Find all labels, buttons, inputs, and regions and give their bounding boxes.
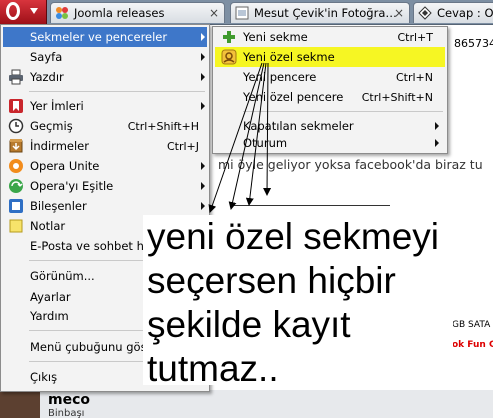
annotation-arrow bbox=[208, 62, 263, 213]
annotation-line: tutmaz.. bbox=[147, 348, 279, 389]
annotation-note: yeni özel sekmeyi seçersen hiçbir şekild… bbox=[143, 215, 453, 389]
annotation-arrow bbox=[228, 62, 265, 210]
annotation-line: yeni özel sekmeyi bbox=[147, 216, 440, 257]
annotation-line: seçersen hiçbir bbox=[147, 260, 396, 301]
annotation-line: şekilde kayıt bbox=[147, 304, 351, 345]
annotation-arrow bbox=[245, 62, 267, 206]
annotation-arrow bbox=[263, 62, 272, 196]
